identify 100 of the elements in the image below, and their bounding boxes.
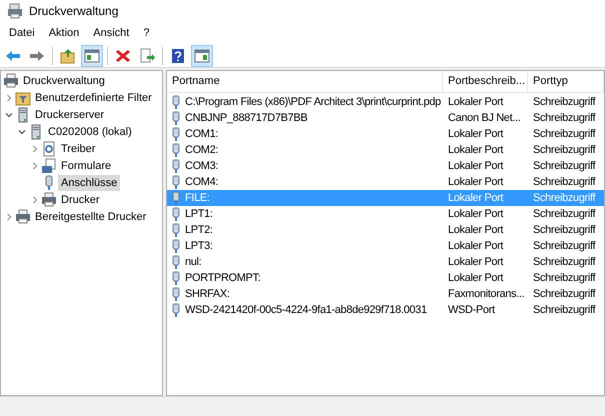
port-plug-icon bbox=[171, 111, 181, 125]
window-title: Druckverwaltung bbox=[29, 3, 118, 20]
table-row[interactable]: SHRFAX: Faxmonitorans... Schreibzugriff bbox=[167, 286, 604, 302]
table-cell-text: LPT2: bbox=[185, 222, 213, 238]
table-cell-text: Schreibzugriff bbox=[533, 190, 596, 206]
table-cell-text: Schreibzugriff bbox=[533, 302, 596, 318]
table-cell-text: COM4: bbox=[185, 174, 218, 190]
column-header[interactable]: Portbeschreib... bbox=[443, 71, 528, 92]
table-cell-text: LPT3: bbox=[185, 238, 213, 254]
table-cell-text: Lokaler Port bbox=[448, 254, 504, 270]
tree-item[interactable]: Bereitgestellte Drucker bbox=[32, 208, 150, 226]
console-tree-icon bbox=[84, 48, 100, 64]
table-row[interactable]: COM2: Lokaler Port Schreibzugriff bbox=[167, 142, 604, 158]
table-cell-text: Canon BJ Net... bbox=[448, 110, 520, 126]
table-cell-text: Lokaler Port bbox=[448, 238, 504, 254]
export-list-icon bbox=[139, 48, 155, 64]
tree-item[interactable]: Benutzerdefinierte Filter bbox=[32, 90, 155, 106]
table-cell-text: Lokaler Port bbox=[448, 270, 504, 286]
table-cell-text: Lokaler Port bbox=[448, 94, 504, 110]
menu-item[interactable]: Datei bbox=[2, 22, 42, 44]
menu-item[interactable]: Ansicht bbox=[86, 22, 136, 44]
table-cell-text: Schreibzugriff bbox=[533, 110, 596, 126]
table-cell-text: COM2: bbox=[185, 142, 218, 158]
port-plug-icon bbox=[171, 207, 181, 221]
table-row[interactable]: C:\Program Files (x86)\PDF Architect 3\print\curprint.pdp Lokaler Port Schreibzugriff bbox=[167, 94, 604, 110]
table-cell-text: Schreibzugriff bbox=[533, 158, 596, 174]
table-row[interactable]: COM4: Lokaler Port Schreibzugriff bbox=[167, 174, 604, 190]
table-row[interactable]: COM1: Lokaler Port Schreibzugriff bbox=[167, 126, 604, 142]
table-cell-text: Lokaler Port bbox=[448, 126, 504, 142]
table-row[interactable]: PORTPROMPT: Lokaler Port Schreibzugriff bbox=[167, 270, 604, 286]
column-header[interactable]: Portname bbox=[167, 71, 443, 92]
port-plug-icon bbox=[171, 95, 181, 109]
table-cell-text: PORTPROMPT: bbox=[185, 270, 260, 286]
table-cell-text: Schreibzugriff bbox=[533, 206, 596, 222]
folder-up-icon bbox=[60, 48, 76, 64]
table-row[interactable]: nul: Lokaler Port Schreibzugriff bbox=[167, 254, 604, 270]
table-cell-text: Schreibzugriff bbox=[533, 238, 596, 254]
table-cell-text: COM1: bbox=[185, 126, 218, 142]
table-cell-text: Lokaler Port bbox=[448, 222, 504, 238]
port-plug-icon bbox=[171, 175, 181, 189]
action-pane-icon bbox=[194, 48, 210, 64]
help-icon bbox=[170, 48, 186, 64]
port-plug-icon bbox=[171, 255, 181, 269]
table-cell-text: Schreibzugriff bbox=[533, 254, 596, 270]
filter-folder-icon bbox=[15, 90, 31, 106]
port-plug-icon bbox=[171, 223, 181, 237]
table-cell-text: Schreibzugriff bbox=[533, 174, 596, 190]
table-cell-text: Lokaler Port bbox=[448, 142, 504, 158]
table-cell-text: Lokaler Port bbox=[448, 158, 504, 174]
table-cell-text: Lokaler Port bbox=[448, 206, 504, 222]
toolbar-button[interactable] bbox=[81, 44, 103, 66]
table-cell-text: Lokaler Port bbox=[448, 174, 504, 190]
table-cell-text: Schreibzugriff bbox=[533, 94, 596, 110]
tree-item[interactable]: Druckerserver bbox=[32, 106, 108, 124]
menu-item[interactable]: Aktion bbox=[42, 22, 86, 44]
port-plug-icon bbox=[171, 143, 181, 157]
expander-icon[interactable] bbox=[5, 111, 13, 119]
tree-item[interactable]: Treiber bbox=[58, 140, 98, 158]
tree-item[interactable]: Formulare bbox=[58, 158, 114, 174]
table-row[interactable]: WSD-2421420f-00c5-4224-9fa1-ab8de929f718.0031 WSD-Port Schreibzugriff bbox=[167, 302, 604, 318]
toolbar-button[interactable] bbox=[191, 44, 213, 66]
tree-item[interactable]: Drucker bbox=[58, 192, 103, 208]
table-cell-text: WSD-2421420f-00c5-4224-9fa1-ab8de929f718.0031 bbox=[185, 302, 427, 318]
port-plug-icon bbox=[171, 191, 181, 205]
table-cell-text: Schreibzugriff bbox=[533, 270, 596, 286]
table-cell-text: Schreibzugriff bbox=[533, 126, 596, 142]
table-cell-text: SHRFAX: bbox=[185, 286, 230, 302]
table-row[interactable]: COM3: Lokaler Port Schreibzugriff bbox=[167, 158, 604, 174]
table-cell-text: COM3: bbox=[185, 158, 218, 174]
expander-icon[interactable] bbox=[18, 128, 26, 136]
table-cell-text: CNBJNP_888717D7B7BB bbox=[185, 110, 308, 126]
port-plug-icon bbox=[171, 271, 181, 285]
column-header[interactable]: Porttyp bbox=[528, 71, 604, 92]
table-cell-text: Schreibzugriff bbox=[533, 286, 596, 302]
table-cell-text: FILE: bbox=[185, 190, 210, 206]
table-row[interactable]: LPT1: Lokaler Port Schreibzugriff bbox=[167, 206, 604, 222]
gear-page-icon bbox=[41, 141, 57, 157]
app-icon bbox=[7, 3, 23, 19]
port-plug-icon bbox=[171, 287, 181, 301]
delete-icon bbox=[115, 48, 131, 64]
port-plug-icon bbox=[171, 303, 181, 317]
menu-item[interactable]: ? bbox=[136, 22, 156, 44]
table-row[interactable]: LPT3: Lokaler Port Schreibzugriff bbox=[167, 238, 604, 254]
tree-item[interactable]: Anschlüsse bbox=[58, 174, 120, 192]
table-row[interactable]: CNBJNP_888717D7B7BB Canon BJ Net... Schreibzugriff bbox=[167, 110, 604, 126]
table-cell-text: C:\Program Files (x86)\PDF Architect 3\print\curprint.pdp bbox=[185, 94, 441, 110]
table-cell-text: Schreibzugriff bbox=[533, 222, 596, 238]
port-plug-icon bbox=[171, 127, 181, 141]
printer-icon bbox=[3, 73, 19, 89]
printer-icon bbox=[15, 209, 31, 225]
table-cell-text: WSD-Port bbox=[448, 302, 495, 318]
port-plug-icon bbox=[171, 239, 181, 253]
table-cell-text: LPT1: bbox=[185, 206, 213, 222]
port-plug-icon bbox=[171, 159, 181, 173]
forms-icon bbox=[41, 158, 57, 174]
tree-item[interactable]: Druckverwaltung bbox=[20, 72, 108, 90]
table-cell-text: Faxmonitorans... bbox=[448, 286, 524, 302]
table-row[interactable]: LPT2: Lokaler Port Schreibzugriff bbox=[167, 222, 604, 238]
printer-icon bbox=[41, 192, 57, 208]
tree-item[interactable]: C0202008 (lokal) bbox=[45, 124, 135, 140]
